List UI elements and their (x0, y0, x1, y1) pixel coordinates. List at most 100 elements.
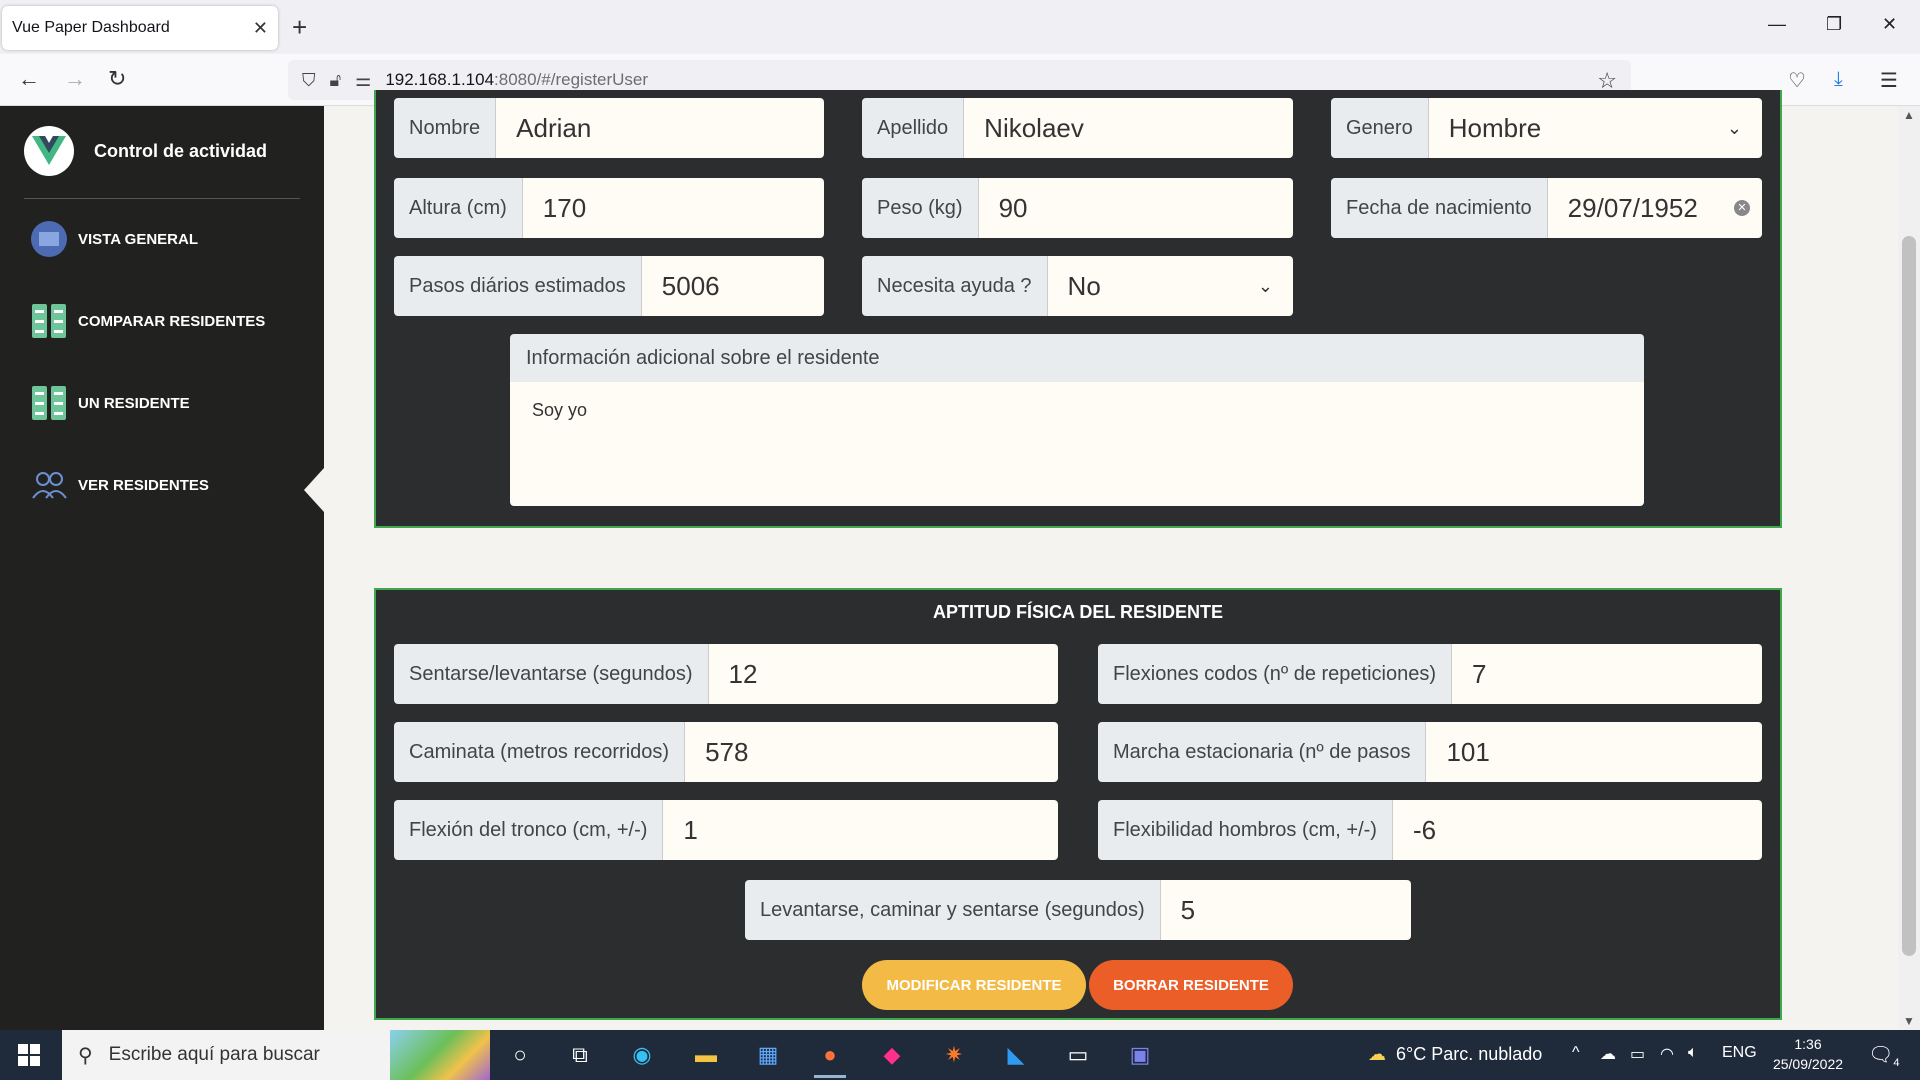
teams-icon[interactable]: ▣ (1120, 1038, 1160, 1072)
apellido-input[interactable]: Nikolaev (964, 98, 1293, 158)
browser-tab-bar: Vue Paper Dashboard ✕ + — ❐ ✕ (0, 0, 1920, 54)
notification-center-icon[interactable]: 🗨︎4 (1868, 1042, 1900, 1069)
info-textarea[interactable]: Soy yo (510, 382, 1644, 506)
permissions-icon[interactable]: ⚌ (355, 70, 371, 91)
sidebar-item-vista-general[interactable]: VISTA GENERAL (30, 220, 198, 258)
vue-logo-icon (24, 126, 74, 176)
flexiones-input[interactable]: 7 (1452, 644, 1762, 704)
sidebar-item-comparar-residentes[interactable]: COMPARAR RESIDENTES (30, 302, 265, 340)
weather-text: 6°C Parc. nublado (1396, 1044, 1543, 1064)
xampp-icon[interactable]: ✷ (934, 1038, 974, 1072)
intellij-icon[interactable]: ◆ (872, 1038, 912, 1072)
firefox-icon[interactable]: ● (810, 1038, 850, 1078)
sidebar: Control de actividad VISTA GENERAL COMPA… (0, 106, 324, 1030)
taskbar-search[interactable]: ⚲ Escribe aquí para buscar (62, 1030, 490, 1080)
genero-select[interactable]: Hombre ⌄ (1428, 98, 1762, 158)
brand[interactable]: Control de actividad (24, 126, 267, 176)
weather-widget[interactable]: ☁ 6°C Parc. nublado (1368, 1044, 1542, 1065)
info-label: Información adicional sobre el residente (510, 334, 1644, 382)
altura-input[interactable]: 170 (522, 178, 824, 238)
modify-resident-button[interactable]: MODIFICAR RESIDENTE (862, 960, 1086, 1010)
caminata-input[interactable]: 578 (685, 722, 1058, 782)
insecure-lock-icon[interactable]: 🔓︎ (330, 70, 342, 91)
clock-date: 25/09/2022 (1772, 1056, 1844, 1072)
sidebar-item-un-residente[interactable]: UN RESIDENTE (30, 384, 190, 422)
caminata-label: Caminata (metros recorridos) (394, 722, 686, 782)
nombre-field: Nombre Adrian (394, 98, 824, 158)
active-item-indicator (304, 468, 324, 512)
edge-icon[interactable]: ◉ (622, 1038, 662, 1072)
clock[interactable]: 1:36 25/09/2022 (1768, 1034, 1848, 1074)
fecha-value: 29/07/1952 (1567, 192, 1698, 223)
wifi-icon[interactable]: ◠ (1660, 1044, 1674, 1064)
altura-field: Altura (cm) 170 (394, 178, 824, 238)
fecha-input[interactable]: 29/07/1952 ✕ (1547, 178, 1762, 238)
marcha-input[interactable]: 101 (1426, 722, 1762, 782)
clear-date-icon[interactable]: ✕ (1734, 200, 1750, 216)
search-icon: ⚲ (78, 1044, 93, 1067)
minimize-icon[interactable]: — (1768, 14, 1786, 35)
hombros-input[interactable]: -6 (1392, 800, 1762, 860)
download-icon[interactable]: ⤓ (1834, 68, 1843, 91)
new-tab-icon[interactable]: + (292, 12, 307, 43)
nombre-input[interactable]: Adrian (496, 98, 824, 158)
ayuda-select[interactable]: No ⌄ (1047, 256, 1293, 316)
file-explorer-icon[interactable]: ▬ (686, 1038, 726, 1072)
store-icon[interactable]: ▦ (748, 1038, 788, 1072)
back-icon[interactable]: ← (18, 66, 40, 92)
hombros-field: Flexibilidad hombros (cm, +/-) -6 (1098, 800, 1762, 860)
sentarse-field: Sentarse/levantarse (segundos) 12 (394, 644, 1058, 704)
browser-tab[interactable]: Vue Paper Dashboard ✕ (2, 6, 278, 50)
chevron-down-icon: ⌄ (1257, 275, 1273, 296)
shield-icon[interactable]: ⛉ (302, 70, 316, 91)
tray-chevron-icon[interactable]: ^ (1572, 1044, 1580, 1062)
pasos-input[interactable]: 5006 (641, 256, 824, 316)
pasos-label: Pasos diários estimados (394, 256, 642, 316)
pocket-icon[interactable]: ♡ (1788, 68, 1806, 93)
nombre-label: Nombre (394, 98, 497, 158)
cortana-icon[interactable]: ○ (500, 1038, 540, 1072)
levantarse-label: Levantarse, caminar y sentarse (segundos… (745, 880, 1161, 940)
marcha-field: Marcha estacionaria (nº de pasos 101 (1098, 722, 1762, 782)
language-indicator[interactable]: ENG (1722, 1044, 1757, 1062)
peso-input[interactable]: 90 (978, 178, 1293, 238)
levantarse-input[interactable]: 5 (1160, 880, 1411, 940)
page-scrollbar[interactable]: ▲ ▼ (1898, 106, 1920, 1030)
terminal-icon[interactable]: ▭ (1058, 1038, 1098, 1072)
menu-icon[interactable]: ☰ (1880, 68, 1898, 93)
ayuda-label: Necesita ayuda ? (862, 256, 1048, 316)
task-view-icon[interactable]: ⧉ (560, 1038, 600, 1072)
volume-icon[interactable]: 🔈︎ (1688, 1044, 1698, 1062)
sidebar-item-ver-residentes[interactable]: VER RESIDENTES (30, 466, 209, 504)
genero-label: Genero (1331, 98, 1429, 158)
tab-title: Vue Paper Dashboard (12, 19, 170, 36)
forward-icon[interactable]: → (64, 66, 86, 92)
onedrive-icon[interactable]: ☁ (1600, 1044, 1616, 1064)
scroll-down-icon[interactable]: ▼ (1903, 1014, 1915, 1028)
checklist-icon (30, 384, 68, 422)
delete-resident-button[interactable]: BORRAR RESIDENTE (1089, 960, 1293, 1010)
brand-name: Control de actividad (94, 140, 268, 161)
compare-icon (30, 302, 68, 340)
close-tab-icon[interactable]: ✕ (253, 18, 268, 39)
close-window-icon[interactable]: ✕ (1882, 14, 1897, 35)
scrollbar-thumb[interactable] (1902, 236, 1916, 956)
ayuda-value: No (1067, 270, 1101, 301)
windows-start-icon[interactable] (18, 1044, 40, 1071)
pasos-field: Pasos diários estimados 5006 (394, 256, 824, 316)
overview-icon (30, 220, 68, 258)
vscode-icon[interactable]: ◣ (996, 1038, 1036, 1072)
genero-field: Genero Hombre ⌄ (1331, 98, 1762, 158)
fecha-label: Fecha de nacimiento (1331, 178, 1548, 238)
sentarse-input[interactable]: 12 (708, 644, 1058, 704)
sidebar-divider (24, 198, 300, 199)
battery-icon[interactable]: ▭ (1630, 1044, 1645, 1064)
scroll-up-icon[interactable]: ▲ (1903, 108, 1915, 122)
ayuda-field: Necesita ayuda ? No ⌄ (862, 256, 1293, 316)
restore-icon[interactable]: ❐ (1826, 14, 1842, 35)
sidebar-item-label: VER RESIDENTES (78, 476, 209, 494)
tronco-input[interactable]: 1 (663, 800, 1058, 860)
search-highlight-image (390, 1030, 490, 1080)
sentarse-label: Sentarse/levantarse (segundos) (394, 644, 709, 704)
reload-icon[interactable]: ↻ (108, 66, 126, 92)
